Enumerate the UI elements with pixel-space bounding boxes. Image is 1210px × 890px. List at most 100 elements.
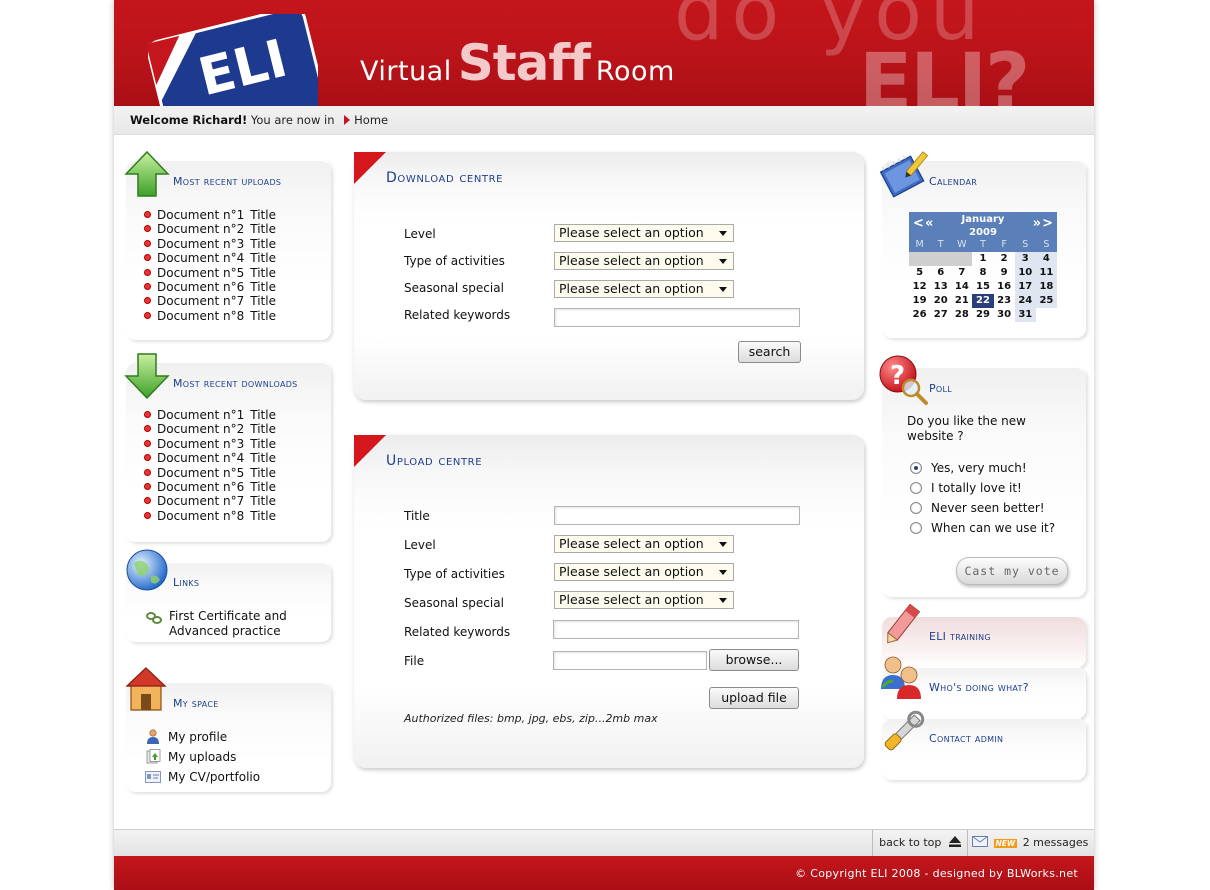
- contact-admin-link[interactable]: Contact admin: [929, 732, 1003, 745]
- recent-download-item[interactable]: Document n°6 Title: [144, 480, 276, 494]
- upload-keywords-input[interactable]: [553, 620, 799, 639]
- recent-download-item[interactable]: Document n°5 Title: [144, 466, 276, 480]
- poll-option-label[interactable]: Yes, very much!: [931, 461, 1027, 475]
- recent-download-item[interactable]: Document n°1 Title: [144, 408, 276, 422]
- poll-option-label[interactable]: Never seen better!: [931, 501, 1045, 515]
- document-title: Title: [250, 251, 276, 266]
- upload-file-input[interactable]: [553, 651, 707, 670]
- recent-upload-item[interactable]: Document n°2 Title: [144, 222, 276, 236]
- calendar-day[interactable]: 15: [972, 280, 993, 294]
- my-profile-link[interactable]: My profile: [168, 730, 227, 744]
- document-number: Document n°2: [157, 422, 245, 437]
- my-uploads-link[interactable]: My uploads: [168, 750, 236, 764]
- poll-radio-2[interactable]: [910, 482, 922, 494]
- document-title: Title: [250, 479, 276, 494]
- download-seasonal-select[interactable]: Please select an option: [554, 280, 734, 298]
- messages-count: 2 messages: [1022, 836, 1089, 849]
- document-title: Title: [250, 265, 276, 280]
- calendar-day[interactable]: 10: [1014, 266, 1036, 280]
- calendar-day[interactable]: 3: [1014, 252, 1036, 266]
- whos-doing-link[interactable]: Who's doing what?: [929, 681, 1029, 694]
- calendar-next-month[interactable]: >: [1042, 217, 1053, 230]
- calendar-day[interactable]: 23: [994, 294, 1015, 308]
- upload-keywords-label: Related keywords: [404, 625, 511, 639]
- calendar-day[interactable]: 24: [1014, 294, 1036, 308]
- breadcrumb: Welcome Richard! You are now in Home: [130, 106, 388, 134]
- recent-upload-item[interactable]: Document n°7 Title: [144, 294, 276, 308]
- calendar-day[interactable]: 13: [930, 280, 951, 294]
- calendar-day[interactable]: 30: [994, 308, 1015, 322]
- download-level-select[interactable]: Please select an option: [554, 224, 734, 242]
- download-keywords-input[interactable]: [554, 308, 800, 327]
- slogan-line-2: ELI?: [859, 38, 1030, 106]
- upload-title-input[interactable]: [554, 506, 800, 525]
- poll-title: Poll: [929, 382, 953, 395]
- document-number: Document n°2: [157, 222, 245, 237]
- calendar-day[interactable]: 17: [1014, 280, 1036, 294]
- cast-vote-button[interactable]: Cast my vote: [956, 557, 1068, 585]
- upload-seasonal-select[interactable]: Please select an option: [554, 591, 734, 609]
- recent-download-item[interactable]: Document n°4 Title: [144, 451, 276, 465]
- eli-training-link[interactable]: ELI training: [929, 630, 991, 643]
- calendar-notebook-icon: [879, 151, 929, 198]
- recent-upload-item[interactable]: Document n°8 Title: [144, 309, 276, 323]
- breadcrumb-home-link[interactable]: Home: [354, 113, 388, 127]
- calendar-day[interactable]: 18: [1035, 280, 1057, 294]
- search-button[interactable]: search: [738, 341, 801, 363]
- calendar-day[interactable]: 1: [972, 252, 993, 266]
- calendar-day[interactable]: 19: [909, 294, 930, 308]
- calendar-day[interactable]: 11: [1035, 266, 1057, 280]
- calendar-day[interactable]: 4: [1035, 252, 1057, 266]
- calendar-day[interactable]: 12: [909, 280, 930, 294]
- recent-upload-item[interactable]: Document n°1 Title: [144, 208, 276, 222]
- calendar-day[interactable]: 25: [1035, 294, 1057, 308]
- calendar-day[interactable]: 8: [972, 266, 993, 280]
- calendar-day[interactable]: 27: [930, 308, 951, 322]
- calendar-day[interactable]: 2: [994, 252, 1015, 266]
- my-cv-link[interactable]: My CV/portfolio: [168, 770, 260, 784]
- upload-level-select[interactable]: Please select an option: [554, 535, 734, 553]
- recent-download-item[interactable]: Document n°2 Title: [144, 422, 276, 436]
- eli-logo[interactable]: ELI: [148, 14, 318, 106]
- calendar-day[interactable]: 14: [951, 280, 972, 294]
- calendar-day[interactable]: 20: [930, 294, 951, 308]
- calendar-day[interactable]: 26: [909, 308, 930, 322]
- poll-radio-3[interactable]: [910, 502, 922, 514]
- back-to-top-link[interactable]: back to top: [872, 830, 968, 856]
- recent-upload-item[interactable]: Document n°6 Title: [144, 280, 276, 294]
- calendar-day[interactable]: 31: [1014, 308, 1036, 322]
- calendar-day[interactable]: 22: [972, 294, 994, 308]
- calendar-day[interactable]: 16: [994, 280, 1015, 294]
- poll-option-label[interactable]: When can we use it?: [931, 521, 1055, 535]
- calendar-day[interactable]: 7: [951, 266, 972, 280]
- poll-radio-1[interactable]: [910, 462, 922, 474]
- recent-upload-item[interactable]: Document n°5 Title: [144, 266, 276, 280]
- recent-upload-item[interactable]: Document n°3 Title: [144, 237, 276, 251]
- calendar-day[interactable]: 9: [994, 266, 1015, 280]
- calendar-day[interactable]: 29: [972, 308, 993, 322]
- welcome-text: Welcome Richard!: [130, 113, 248, 127]
- calendar-day[interactable]: 5: [909, 266, 930, 280]
- document-number: Document n°1: [157, 408, 245, 422]
- calendar-day[interactable]: 6: [930, 266, 951, 280]
- calendar-day[interactable]: 28: [951, 308, 972, 322]
- download-type-select[interactable]: Please select an option: [554, 252, 734, 270]
- poll-radio-4[interactable]: [910, 522, 922, 534]
- calendar-weekday: T: [980, 239, 986, 250]
- calendar-day[interactable]: 21: [951, 294, 972, 308]
- recent-upload-item[interactable]: Document n°4 Title: [144, 251, 276, 265]
- calendar-prev-year[interactable]: «: [925, 217, 933, 230]
- link-first-certificate[interactable]: First Certificate and Advanced practice: [169, 609, 287, 638]
- upload-type-select[interactable]: Please select an option: [554, 563, 734, 581]
- messages-link[interactable]: NEW 2 messages: [972, 830, 1088, 856]
- recent-download-item[interactable]: Document n°7 Title: [144, 494, 276, 508]
- upload-level-label: Level: [404, 538, 436, 552]
- calendar-next-year[interactable]: »: [1033, 217, 1041, 230]
- browse-button[interactable]: browse...: [709, 649, 799, 671]
- recent-download-item[interactable]: Document n°8 Title: [144, 509, 276, 523]
- upload-file-button[interactable]: upload file: [709, 687, 799, 709]
- recent-download-item[interactable]: Document n°3 Title: [144, 437, 276, 451]
- location-prefix: You are now in: [250, 113, 335, 127]
- calendar-prev-month[interactable]: <: [913, 217, 924, 230]
- poll-option-label[interactable]: I totally love it!: [931, 481, 1022, 495]
